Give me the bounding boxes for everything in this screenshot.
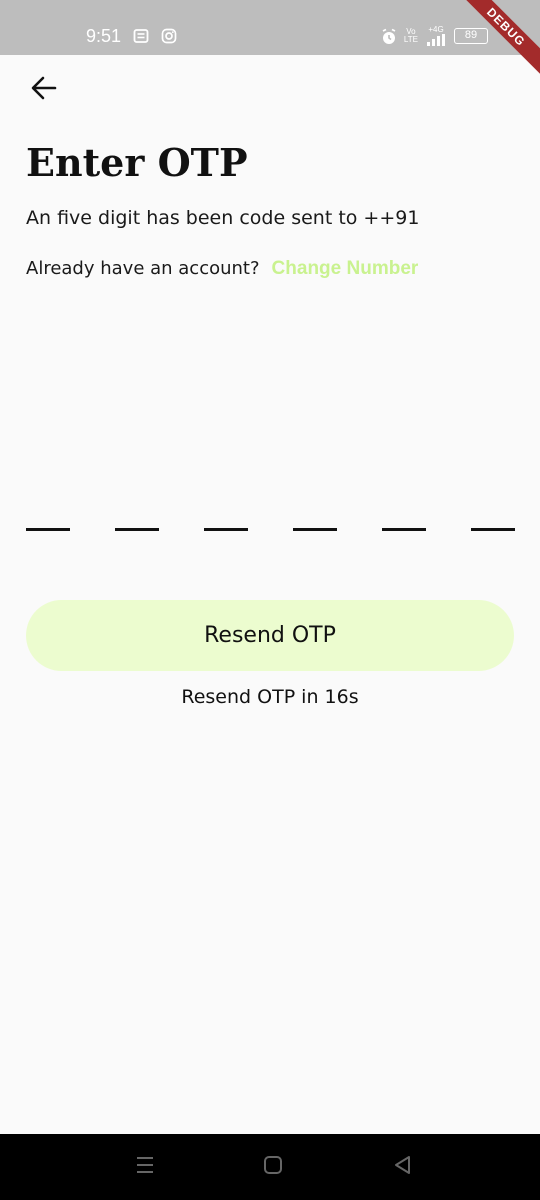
back-button[interactable] — [24, 70, 64, 110]
network-type: +4G — [428, 25, 444, 34]
otp-digit-1[interactable] — [26, 505, 70, 531]
instagram-icon — [161, 28, 177, 44]
account-prompt: Already have an account? — [26, 258, 260, 279]
status-time: 9:51 — [86, 25, 122, 46]
status-left: 9:51 — [86, 24, 177, 48]
account-row: Already have an account? Change Number — [26, 258, 418, 280]
signal-4g-icon: +4G — [426, 26, 446, 46]
otp-sent-message: An five digit has been code sent to ++91 — [26, 207, 420, 229]
status-bar: 9:51 Vo LTE +4G 89 — [0, 0, 540, 55]
recent-apps-button[interactable] — [132, 1154, 158, 1180]
notes-icon — [133, 28, 149, 44]
square-icon — [262, 1154, 284, 1180]
battery-level: 89 — [464, 29, 478, 41]
resend-timer: Resend OTP in 16s — [181, 686, 359, 708]
change-number-link[interactable]: Change Number — [272, 258, 419, 280]
otp-digit-4[interactable] — [293, 505, 337, 531]
arrow-left-icon — [30, 74, 58, 106]
battery-icon: 89 — [454, 28, 488, 44]
back-nav-button[interactable] — [390, 1154, 416, 1180]
status-right: Vo LTE +4G 89 — [380, 25, 488, 47]
otp-digit-6[interactable] — [471, 505, 515, 531]
alarm-icon — [380, 28, 396, 44]
volte-bottom: LTE — [403, 35, 418, 44]
otp-input-group — [26, 505, 515, 531]
page-title: Enter OTP — [26, 140, 248, 185]
otp-digit-5[interactable] — [382, 505, 426, 531]
resend-otp-button[interactable]: Resend OTP — [26, 600, 514, 671]
resend-otp-label: Resend OTP — [204, 623, 336, 648]
home-button[interactable] — [260, 1154, 286, 1180]
menu-lines-icon — [134, 1154, 156, 1180]
navigation-bar — [0, 1134, 540, 1200]
otp-digit-2[interactable] — [115, 505, 159, 531]
otp-digit-3[interactable] — [204, 505, 248, 531]
triangle-back-icon — [392, 1154, 414, 1180]
volte-icon: Vo LTE — [404, 28, 418, 44]
